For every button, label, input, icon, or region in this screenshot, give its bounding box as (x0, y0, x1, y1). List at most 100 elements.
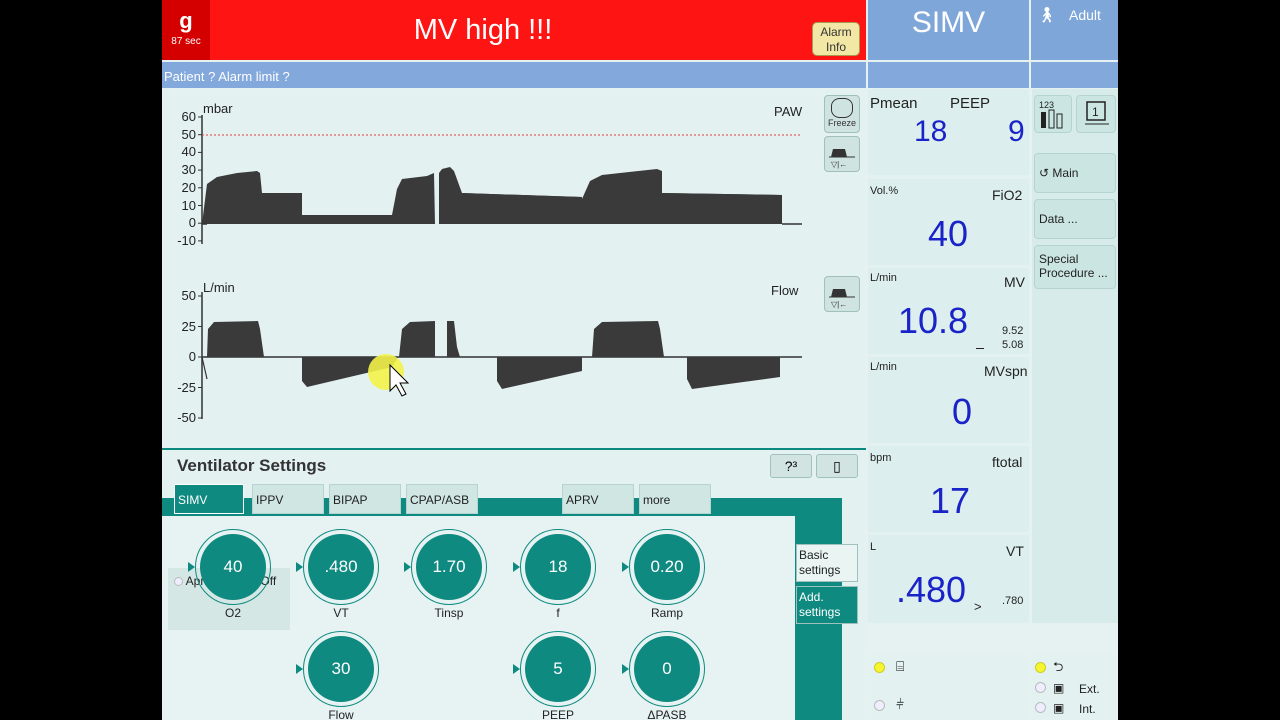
svg-text:1: 1 (1092, 105, 1099, 119)
vt-limit-arrow-icon: > (974, 599, 982, 614)
int-label: Int. (1079, 702, 1096, 716)
dial-label: Ramp (650, 606, 683, 620)
status-led-1 (874, 662, 885, 673)
tab-simv[interactable]: SIMV (174, 484, 244, 514)
tab-ippv[interactable]: IPPV (252, 484, 324, 514)
freeze-icon (831, 98, 853, 118)
tab-cpap-asb[interactable]: CPAP/ASB (406, 484, 478, 514)
svg-text:123: 123 (1039, 100, 1054, 110)
dial-pointer-icon (296, 664, 303, 674)
flow-name: Flow (771, 283, 799, 298)
mvspn-label: MVspn (984, 363, 1028, 379)
flow-unit: L/min (203, 280, 235, 295)
main-menu-icon: ↺ (1039, 166, 1050, 180)
add-settings-tab[interactable]: Add. settings (796, 586, 858, 624)
settings-title: Ventilator Settings (177, 456, 327, 475)
special-procedure-button[interactable]: Special Procedure ... (1034, 245, 1116, 289)
dial-pointer-icon (188, 562, 195, 572)
vt-box: L VT .480 > .780 (868, 535, 1029, 623)
measurement-panel: Pmean PEEP 18 9 Vol.% FiO2 40 L/min MV 1… (868, 89, 1029, 623)
dial-label: f (556, 606, 560, 620)
main-menu-button[interactable]: ↺ Main (1034, 153, 1116, 193)
waveform-svg (198, 115, 802, 419)
pmean-value: 18 (914, 115, 948, 148)
svg-text:▽|←: ▽|← (831, 160, 847, 169)
ext-label: Ext. (1079, 682, 1100, 696)
filter-icon: ⫩ (896, 696, 905, 712)
settings-extra-button[interactable]: ▯ (816, 454, 858, 478)
flow-tick-label: 50 (181, 288, 196, 303)
mv-label: MV (1004, 274, 1025, 290)
paw-tick-label: 60 (181, 109, 196, 124)
paw-scale-button[interactable]: ▽|← (824, 136, 860, 172)
ftotal-box: bpm ftotal 17 (868, 446, 1029, 532)
mv-value: 10.8 (898, 300, 969, 341)
basic-settings-tab[interactable]: Basic settings (796, 544, 858, 582)
tab-aprv[interactable]: APRV (562, 484, 634, 514)
flow-tick-label: 25 (181, 318, 196, 334)
dial-label: Flow (328, 708, 354, 720)
patient-subbar (1031, 62, 1118, 88)
battery-ext-icon: ▣ (1053, 681, 1065, 695)
status-led-2 (874, 700, 885, 711)
alarm-code-box: g 87 sec (162, 0, 210, 60)
patient-type-box[interactable]: 🚶︎ Adult (1031, 0, 1118, 60)
vt-value: .480 (896, 569, 967, 610)
paw-tick-label: 0 (188, 215, 196, 231)
ftotal-label: ftotal (992, 454, 1023, 470)
dial-pointer-icon (296, 562, 303, 572)
fio2-unit: Vol.% (870, 185, 899, 197)
apnoea-led-icon (174, 577, 183, 586)
mvspn-value: 0 (952, 391, 973, 432)
setting-dial[interactable]: 18 (525, 534, 591, 600)
mv-box: L/min MV 10.8 9.52 5.08 (868, 268, 1029, 354)
alarm-code-letter: g (179, 8, 193, 33)
tab-more[interactable]: more (639, 484, 711, 514)
alarm-message: MV high !!! (413, 14, 553, 46)
int-led (1035, 702, 1046, 713)
flow-waveform (207, 321, 780, 389)
bar-graph-icon: 123 (1039, 100, 1063, 129)
setting-dial[interactable]: 30 (308, 636, 374, 702)
flow-tick-label: -50 (177, 410, 196, 425)
setting-dial[interactable]: 5 (525, 636, 591, 702)
status-right: ⮌ ▣ Ext. ▣ Int. (1031, 654, 1118, 720)
dial-pointer-icon (622, 562, 629, 572)
person-icon: 🚶︎ (1037, 7, 1057, 24)
trend-view-button[interactable]: 123 (1034, 95, 1072, 133)
pmean-label: Pmean (870, 95, 918, 112)
dial-label: PEEP (541, 708, 574, 720)
mv-upper-limit: 9.52 (1002, 325, 1024, 337)
screen-config-button[interactable]: 1 (1076, 95, 1116, 133)
alarm-bar: g 87 sec MV high !!! Alarm Info (162, 0, 866, 60)
alarm-info-button[interactable]: Alarm Info (812, 22, 860, 56)
mv-limit-marker (976, 348, 984, 349)
fio2-value: 40 (928, 213, 969, 254)
waveform-scale-icon: ▽|← (829, 149, 855, 169)
data-menu-button[interactable]: Data ... (1034, 199, 1116, 239)
plug-icon: ⮌ (1053, 659, 1064, 674)
dial-pointer-icon (622, 664, 629, 674)
dial-pointer-icon (513, 562, 520, 572)
fio2-label: FiO2 (992, 187, 1023, 203)
main-menu-label: Main (1052, 166, 1079, 180)
ventilator-settings-panel: Ventilator Settings ?³ ▯ SIMV IPPV BIPAP… (162, 448, 866, 720)
flow-tick-label: -25 (177, 379, 196, 395)
flow-scale-button[interactable]: ▽|← (824, 276, 860, 312)
battery-int-icon: ▣ (1053, 701, 1065, 715)
setting-dial[interactable]: 40 (200, 534, 266, 600)
menu-column: 123 1 ↺ Main Data ... Special Procedure … (1032, 89, 1118, 623)
setting-dial[interactable]: 1.70 (416, 534, 482, 600)
setting-dial[interactable]: 0 (634, 636, 700, 702)
mv-unit: L/min (870, 272, 897, 284)
freeze-button[interactable]: Freeze (824, 95, 860, 133)
tab-bipap[interactable]: BIPAP (329, 484, 401, 514)
setting-dial[interactable]: 0.20 (634, 534, 700, 600)
setting-dial[interactable]: .480 (308, 534, 374, 600)
paw-tick-label: 20 (181, 179, 196, 195)
peep-label: PEEP (950, 95, 991, 112)
alarm-code-seconds: 87 sec (171, 36, 201, 47)
freeze-label: Freeze (827, 118, 856, 128)
help-button[interactable]: ?³ (770, 454, 812, 478)
mvspn-box: L/min MVspn 0 (868, 357, 1029, 443)
